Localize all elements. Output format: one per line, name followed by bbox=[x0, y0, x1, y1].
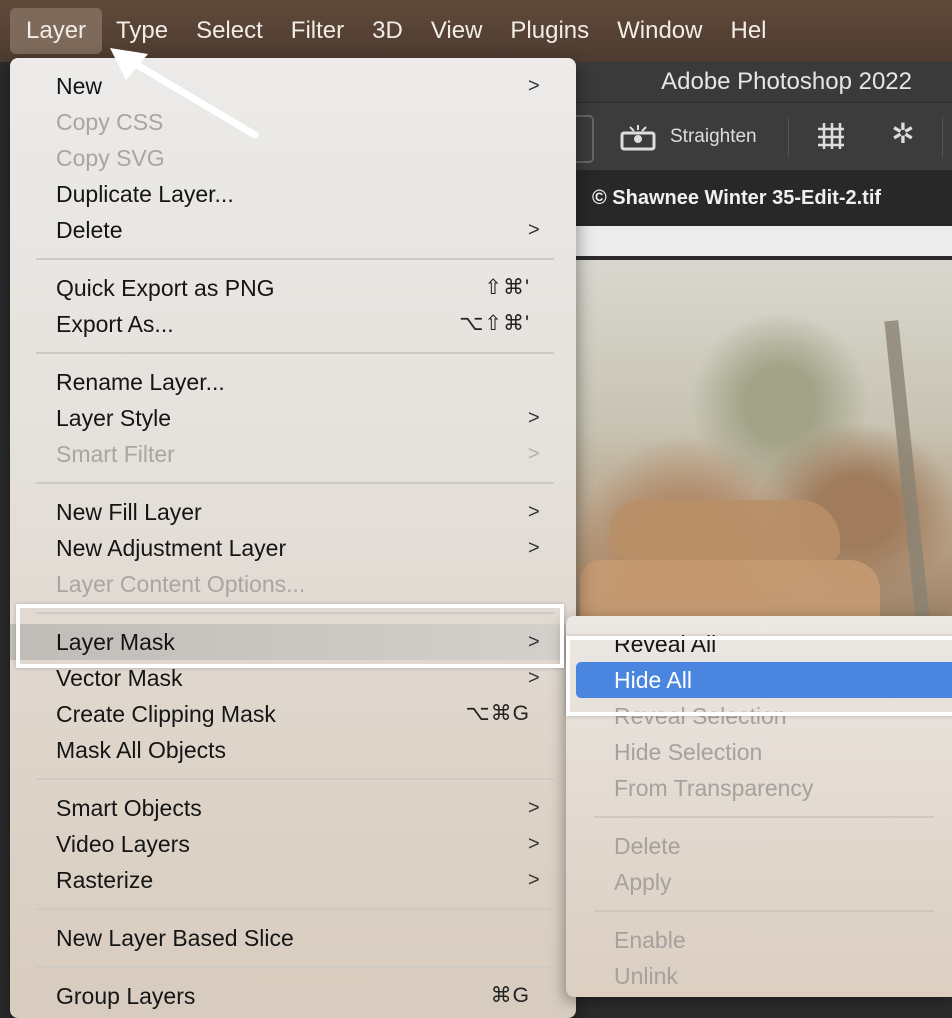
submenu-item-label: From Transparency bbox=[614, 775, 814, 801]
submenu-item-delete: Delete bbox=[566, 828, 952, 864]
chevron-right-icon: > bbox=[528, 443, 540, 465]
submenu-item-label: Enable bbox=[614, 927, 686, 953]
menu-item-rename-layer[interactable]: Rename Layer... bbox=[10, 364, 576, 400]
submenu-item-apply: Apply bbox=[566, 864, 952, 900]
submenu-item-unlink: Unlink bbox=[566, 958, 952, 994]
menu-item-export-as[interactable]: Export As... ⌥⇧⌘' bbox=[10, 306, 576, 342]
menu-item-label: Quick Export as PNG bbox=[56, 275, 275, 301]
layer-menu-dropdown: New > Copy CSS Copy SVG Duplicate Layer..… bbox=[10, 58, 576, 1018]
menu-item-label: Layer Style bbox=[56, 405, 172, 431]
document-tab[interactable]: © Shawnee Winter 35-Edit-2.tif bbox=[570, 170, 952, 226]
chevron-right-icon: > bbox=[528, 75, 540, 97]
menu-item-shortcut: ⌥⇧⌘' bbox=[459, 312, 530, 335]
straighten-icon[interactable] bbox=[620, 123, 656, 151]
submenu-item-label: Apply bbox=[614, 869, 672, 895]
menu-item-label: Video Layers bbox=[56, 831, 190, 857]
menu-item-video-layers[interactable]: Video Layers > bbox=[10, 826, 576, 862]
menu-item-label: Rename Layer... bbox=[56, 369, 225, 395]
menu-item-copy-css: Copy CSS bbox=[10, 104, 576, 140]
canvas-detail bbox=[580, 560, 880, 620]
chevron-right-icon: > bbox=[528, 219, 540, 241]
menu-divider bbox=[36, 352, 554, 354]
menu-item-create-clipping-mask[interactable]: Create Clipping Mask ⌥⌘G bbox=[10, 696, 576, 732]
menu-item-new-layer-based-slice[interactable]: New Layer Based Slice bbox=[10, 920, 576, 956]
canvas-detail bbox=[610, 500, 840, 560]
chevron-right-icon: > bbox=[528, 797, 540, 819]
menubar-item-3d[interactable]: 3D bbox=[358, 0, 417, 62]
menu-divider bbox=[36, 908, 554, 910]
menubar-item-window[interactable]: Window bbox=[603, 0, 716, 62]
chevron-right-icon: > bbox=[528, 407, 540, 429]
chevron-right-icon: > bbox=[528, 537, 540, 559]
menubar-item-layer[interactable]: Layer bbox=[10, 8, 103, 54]
options-bar: Straighten ✲ bbox=[570, 102, 952, 172]
menu-item-copy-svg: Copy SVG bbox=[10, 140, 576, 176]
menu-divider bbox=[594, 816, 934, 818]
menu-item-quick-export-png[interactable]: Quick Export as PNG ⇧⌘' bbox=[10, 270, 576, 306]
menu-item-smart-objects[interactable]: Smart Objects > bbox=[10, 790, 576, 826]
menu-divider bbox=[36, 778, 554, 780]
app-title: Adobe Photoshop 2022 bbox=[570, 62, 952, 102]
menu-item-label: Smart Objects bbox=[56, 795, 202, 821]
annotation-arrow-icon bbox=[110, 48, 259, 139]
menu-item-mask-all-objects[interactable]: Mask All Objects bbox=[10, 732, 576, 768]
document-canvas-image bbox=[570, 260, 952, 620]
chevron-right-icon: > bbox=[528, 833, 540, 855]
menu-item-group-layers[interactable]: Group Layers ⌘G bbox=[10, 978, 576, 1014]
submenu-item-hide-selection: Hide Selection bbox=[566, 734, 952, 770]
menu-item-new-adjustment-layer[interactable]: New Adjustment Layer > bbox=[10, 530, 576, 566]
grid-overlay-icon[interactable] bbox=[814, 119, 848, 153]
submenu-item-label: Unlink bbox=[614, 963, 678, 989]
gear-icon[interactable]: ✲ bbox=[888, 119, 918, 149]
menu-item-label: New Fill Layer bbox=[56, 499, 202, 525]
submenu-item-enable: Enable bbox=[566, 922, 952, 958]
menu-item-label: Duplicate Layer... bbox=[56, 181, 234, 207]
menu-item-label: Export As... bbox=[56, 311, 174, 337]
menu-item-new-fill-layer[interactable]: New Fill Layer > bbox=[10, 494, 576, 530]
menubar-item-view[interactable]: View bbox=[417, 0, 497, 62]
ruler bbox=[570, 226, 952, 256]
menu-item-label: Layer Content Options... bbox=[56, 571, 306, 597]
menu-item-layer-content-options: Layer Content Options... bbox=[10, 566, 576, 602]
menu-item-label: Smart Filter bbox=[56, 441, 175, 467]
menu-item-label: Group Layers bbox=[56, 983, 196, 1009]
menu-item-delete[interactable]: Delete > bbox=[10, 212, 576, 248]
annotation-highlight-frame bbox=[566, 636, 952, 716]
menu-item-label: Mask All Objects bbox=[56, 737, 226, 763]
menu-item-rasterize[interactable]: Rasterize > bbox=[10, 862, 576, 898]
menu-item-smart-filter: Smart Filter > bbox=[10, 436, 576, 472]
menu-item-label: New Layer Based Slice bbox=[56, 925, 294, 951]
submenu-item-label: Hide Selection bbox=[614, 739, 763, 765]
menu-divider bbox=[36, 482, 554, 484]
chevron-right-icon: > bbox=[528, 869, 540, 891]
options-separator bbox=[788, 117, 789, 157]
menu-divider bbox=[594, 910, 934, 912]
menu-item-shortcut: ⇧⌘' bbox=[484, 276, 530, 299]
submenu-item-label: Delete bbox=[614, 833, 681, 859]
menu-item-duplicate-layer[interactable]: Duplicate Layer... bbox=[10, 176, 576, 212]
menubar-item-filter[interactable]: Filter bbox=[277, 0, 358, 62]
canvas-detail bbox=[884, 320, 930, 620]
menubar-item-help[interactable]: Hel bbox=[716, 0, 780, 62]
menu-item-label: Delete bbox=[56, 217, 123, 243]
options-separator bbox=[942, 117, 943, 157]
menu-divider bbox=[36, 258, 554, 260]
submenu-item-from-transparency: From Transparency bbox=[566, 770, 952, 806]
menu-item-shortcut: ⌘G bbox=[490, 984, 530, 1007]
menu-divider bbox=[36, 966, 554, 968]
menu-item-label: New Adjustment Layer bbox=[56, 535, 287, 561]
menu-item-new[interactable]: New > bbox=[10, 68, 576, 104]
menu-item-layer-style[interactable]: Layer Style > bbox=[10, 400, 576, 436]
annotation-highlight-frame bbox=[16, 604, 564, 668]
straighten-label[interactable]: Straighten bbox=[670, 123, 757, 151]
menu-item-label: Rasterize bbox=[56, 867, 154, 893]
chevron-right-icon: > bbox=[528, 501, 540, 523]
menu-item-label: New bbox=[56, 73, 103, 99]
menu-item-label: Create Clipping Mask bbox=[56, 701, 276, 727]
menu-item-shortcut: ⌥⌘G bbox=[465, 702, 530, 725]
menubar-item-plugins[interactable]: Plugins bbox=[496, 0, 603, 62]
